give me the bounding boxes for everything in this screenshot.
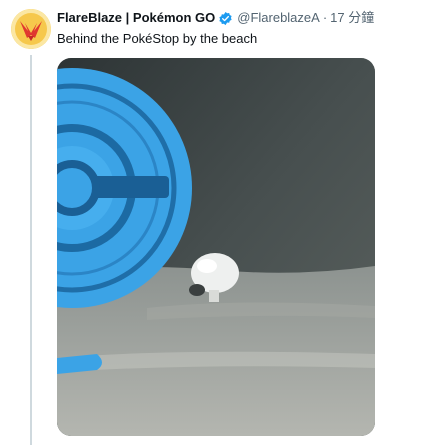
separator-dot: · [322, 10, 328, 25]
verified-badge-icon [218, 11, 233, 26]
tweet-header: FlareBlaze | Pokémon GO @FlareblazeA · 1… [57, 9, 432, 27]
tweet-media[interactable] [57, 58, 375, 436]
tweet-text: Behind the PokéStop by the beach [57, 31, 258, 46]
thread-line [30, 55, 32, 445]
tweet-card[interactable]: FlareBlaze | Pokémon GO @FlareblazeA · 1… [0, 0, 444, 445]
user-handle[interactable]: @FlareblazeA [237, 9, 320, 27]
avatar[interactable] [11, 9, 51, 49]
left-column [11, 9, 51, 445]
display-name[interactable]: FlareBlaze | Pokémon GO [57, 9, 215, 27]
flame-bird-logo-icon [11, 9, 51, 49]
timestamp[interactable]: 17 分鐘 [330, 9, 374, 27]
pokestop-disc-image [57, 58, 375, 436]
tweet-content: FlareBlaze | Pokémon GO @FlareblazeA · 1… [57, 9, 432, 48]
